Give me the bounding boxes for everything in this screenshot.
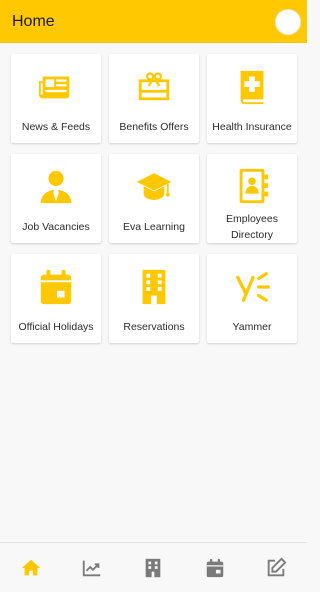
tile-label: Eva Learning <box>123 221 185 233</box>
tile-label: Benefits Offers <box>119 121 189 133</box>
tile-label: Health Insurance <box>212 121 292 133</box>
page-title: Home <box>12 12 55 30</box>
building-icon <box>146 558 161 577</box>
tile-news-feeds[interactable]: News & Feeds <box>11 54 101 143</box>
medical-book-icon <box>231 66 273 108</box>
tile-health-insurance[interactable]: Health Insurance <box>207 54 297 143</box>
nav-calendar[interactable] <box>195 548 235 588</box>
tile-official-holidays[interactable]: Official Holidays <box>11 254 101 343</box>
person-icon <box>35 166 77 208</box>
bottom-navigation <box>0 542 307 592</box>
yammer-icon <box>231 266 273 308</box>
tile-label: News & Feeds <box>21 121 91 133</box>
tile-label: Employees Directory <box>226 213 278 241</box>
nav-reservations[interactable] <box>133 548 173 588</box>
newspaper-icon <box>35 66 77 108</box>
calendar-icon <box>206 558 224 577</box>
tile-label: Job Vacancies <box>22 221 90 233</box>
nav-home[interactable] <box>11 548 51 588</box>
tile-job-vacancies[interactable]: Job Vacancies <box>11 154 101 243</box>
building-icon <box>133 266 175 308</box>
tile-label: Yammer <box>232 321 272 333</box>
home-icon <box>21 559 40 575</box>
nav-edit[interactable] <box>256 548 296 588</box>
graduation-cap-icon <box>133 166 175 208</box>
tile-benefits-offers[interactable]: Benefits Offers <box>109 54 199 143</box>
nav-stats[interactable] <box>72 548 112 588</box>
tile-employees-directory[interactable]: Employees Directory <box>207 154 297 243</box>
tile-label: Official Holidays <box>18 321 94 333</box>
chart-trend-icon <box>82 560 101 576</box>
app-bar: Home <box>0 0 307 43</box>
calendar-icon <box>35 266 77 308</box>
contacts-book-icon <box>231 166 273 205</box>
tile-yammer[interactable]: Yammer <box>207 254 297 343</box>
tile-reservations[interactable]: Reservations <box>109 254 199 343</box>
tile-label: Reservations <box>123 321 185 333</box>
user-avatar-icon[interactable] <box>275 8 301 35</box>
edit-icon <box>268 557 287 576</box>
tile-eva-learning[interactable]: Eva Learning <box>109 154 199 243</box>
services-grid: News & Feeds Benefits Offers Health Insu… <box>11 54 297 343</box>
gift-card-icon <box>133 66 175 108</box>
